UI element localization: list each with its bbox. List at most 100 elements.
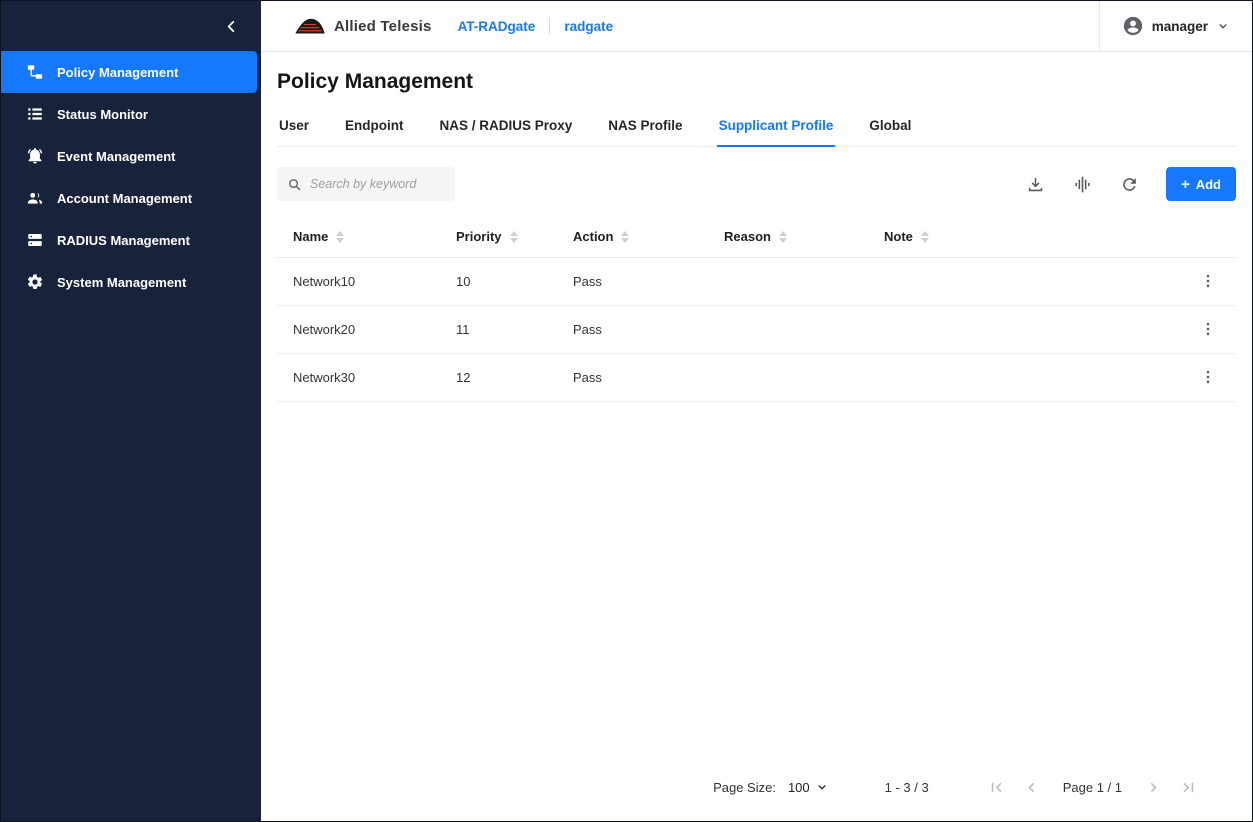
page-title: Policy Management bbox=[277, 70, 1236, 94]
first-page-icon[interactable] bbox=[985, 775, 1009, 799]
sort-icon[interactable] bbox=[921, 231, 929, 243]
cell-note bbox=[868, 353, 1180, 401]
row-menu-kebab-icon[interactable] bbox=[1196, 317, 1220, 341]
cell-reason bbox=[708, 353, 868, 401]
toolbar-actions: + Add bbox=[1025, 167, 1236, 201]
sidebar-item-label: Policy Management bbox=[57, 65, 178, 80]
column-header-priority: Priority bbox=[440, 217, 557, 257]
column-label: Action bbox=[573, 229, 613, 244]
sidebar-collapse-icon[interactable] bbox=[217, 12, 245, 40]
sidebar-item-label: System Management bbox=[57, 275, 186, 290]
sidebar-item-label: Account Management bbox=[57, 191, 192, 206]
page-indicator: Page 1 / 1 bbox=[1063, 780, 1122, 795]
cell-name: Network20 bbox=[277, 305, 440, 353]
sidebar-item-label: Event Management bbox=[57, 149, 175, 164]
cell-name: Network10 bbox=[277, 257, 440, 305]
user-avatar-icon bbox=[1122, 15, 1144, 37]
column-label: Name bbox=[293, 229, 328, 244]
sidebar-item-label: Status Monitor bbox=[57, 107, 148, 122]
table-header-row: Name Priority Action Reason bbox=[277, 217, 1236, 257]
cell-note bbox=[868, 257, 1180, 305]
tab-endpoint[interactable]: Endpoint bbox=[343, 110, 405, 147]
tab-bar: User Endpoint NAS / RADIUS Proxy NAS Pro… bbox=[277, 110, 1236, 147]
tab-user[interactable]: User bbox=[277, 110, 311, 147]
gear-icon bbox=[25, 272, 45, 292]
sort-icon[interactable] bbox=[621, 231, 629, 243]
tab-supplicant-profile[interactable]: Supplicant Profile bbox=[717, 110, 836, 147]
search-box bbox=[277, 167, 455, 201]
sort-icon[interactable] bbox=[336, 231, 344, 243]
download-icon[interactable] bbox=[1025, 173, 1047, 195]
sort-icon[interactable] bbox=[510, 231, 518, 243]
sidebar: Policy Management Status Monitor Event M… bbox=[1, 1, 261, 821]
next-page-icon[interactable] bbox=[1141, 775, 1165, 799]
sidebar-item-radius-management[interactable]: RADIUS Management bbox=[1, 219, 261, 261]
column-settings-icon[interactable] bbox=[1072, 173, 1094, 195]
sidebar-item-account-management[interactable]: Account Management bbox=[1, 177, 261, 219]
column-header-action: Action bbox=[557, 217, 708, 257]
column-header-actions bbox=[1180, 217, 1236, 257]
chevron-down-icon bbox=[815, 780, 829, 794]
cell-action: Pass bbox=[557, 353, 708, 401]
last-page-icon[interactable] bbox=[1176, 775, 1200, 799]
tab-nas-profile[interactable]: NAS Profile bbox=[606, 110, 684, 147]
refresh-icon[interactable] bbox=[1119, 173, 1141, 195]
cell-action: Pass bbox=[557, 257, 708, 305]
column-label: Reason bbox=[724, 229, 771, 244]
bell-icon bbox=[25, 146, 45, 166]
topbar-divider bbox=[549, 18, 550, 34]
column-header-name: Name bbox=[277, 217, 440, 257]
search-input[interactable] bbox=[310, 177, 445, 191]
table-row: Network10 10 Pass bbox=[277, 257, 1236, 305]
table-row: Network30 12 Pass bbox=[277, 353, 1236, 401]
sidebar-item-status-monitor[interactable]: Status Monitor bbox=[1, 93, 261, 135]
column-header-note: Note bbox=[868, 217, 1180, 257]
cell-priority: 12 bbox=[440, 353, 557, 401]
user-name: manager bbox=[1152, 19, 1208, 34]
chevron-down-icon bbox=[1216, 19, 1230, 33]
cell-action: Pass bbox=[557, 305, 708, 353]
sidebar-item-label: RADIUS Management bbox=[57, 233, 190, 248]
sort-icon[interactable] bbox=[779, 231, 787, 243]
plus-icon: + bbox=[1181, 177, 1190, 192]
pagination-footer: Page Size: 100 1 - 3 / 3 Page 1 / 1 bbox=[277, 757, 1236, 821]
cell-priority: 11 bbox=[440, 305, 557, 353]
add-button-label: Add bbox=[1196, 177, 1221, 192]
sidebar-item-event-management[interactable]: Event Management bbox=[1, 135, 261, 177]
page-size-control: Page Size: 100 bbox=[713, 780, 829, 795]
content: Policy Management User Endpoint NAS / RA… bbox=[261, 52, 1252, 821]
cell-reason bbox=[708, 305, 868, 353]
tab-global[interactable]: Global bbox=[867, 110, 913, 147]
sidebar-header bbox=[1, 1, 261, 51]
app-window: Policy Management Status Monitor Event M… bbox=[0, 0, 1253, 822]
row-menu-kebab-icon[interactable] bbox=[1196, 365, 1220, 389]
topbar: Allied Telesis AT-RADgate radgate manage… bbox=[261, 1, 1252, 52]
sidebar-nav: Policy Management Status Monitor Event M… bbox=[1, 51, 261, 303]
sitemap-icon bbox=[25, 62, 45, 82]
cell-note bbox=[868, 305, 1180, 353]
page-size-value: 100 bbox=[788, 780, 810, 795]
server-icon bbox=[25, 230, 45, 250]
device-link[interactable]: radgate bbox=[564, 19, 613, 34]
column-header-reason: Reason bbox=[708, 217, 868, 257]
cell-priority: 10 bbox=[440, 257, 557, 305]
prev-page-icon[interactable] bbox=[1020, 775, 1044, 799]
supplicant-profile-table: Name Priority Action Reason bbox=[277, 217, 1236, 402]
add-button[interactable]: + Add bbox=[1166, 167, 1236, 201]
page-size-label: Page Size: bbox=[713, 780, 776, 795]
user-menu[interactable]: manager bbox=[1099, 1, 1252, 51]
page-size-select[interactable]: 100 bbox=[788, 780, 829, 795]
sidebar-item-policy-management[interactable]: Policy Management bbox=[1, 51, 257, 93]
people-icon bbox=[25, 188, 45, 208]
search-icon bbox=[287, 177, 302, 192]
list-icon bbox=[25, 104, 45, 124]
toolbar: + Add bbox=[277, 167, 1236, 201]
allied-telesis-logo: Allied Telesis bbox=[293, 16, 432, 37]
product-link[interactable]: AT-RADgate bbox=[458, 19, 536, 34]
brand-name: Allied Telesis bbox=[334, 18, 432, 35]
row-menu-kebab-icon[interactable] bbox=[1196, 269, 1220, 293]
tab-nas-radius-proxy[interactable]: NAS / RADIUS Proxy bbox=[438, 110, 575, 147]
brand-triangle-icon bbox=[293, 16, 327, 37]
cell-reason bbox=[708, 257, 868, 305]
sidebar-item-system-management[interactable]: System Management bbox=[1, 261, 261, 303]
